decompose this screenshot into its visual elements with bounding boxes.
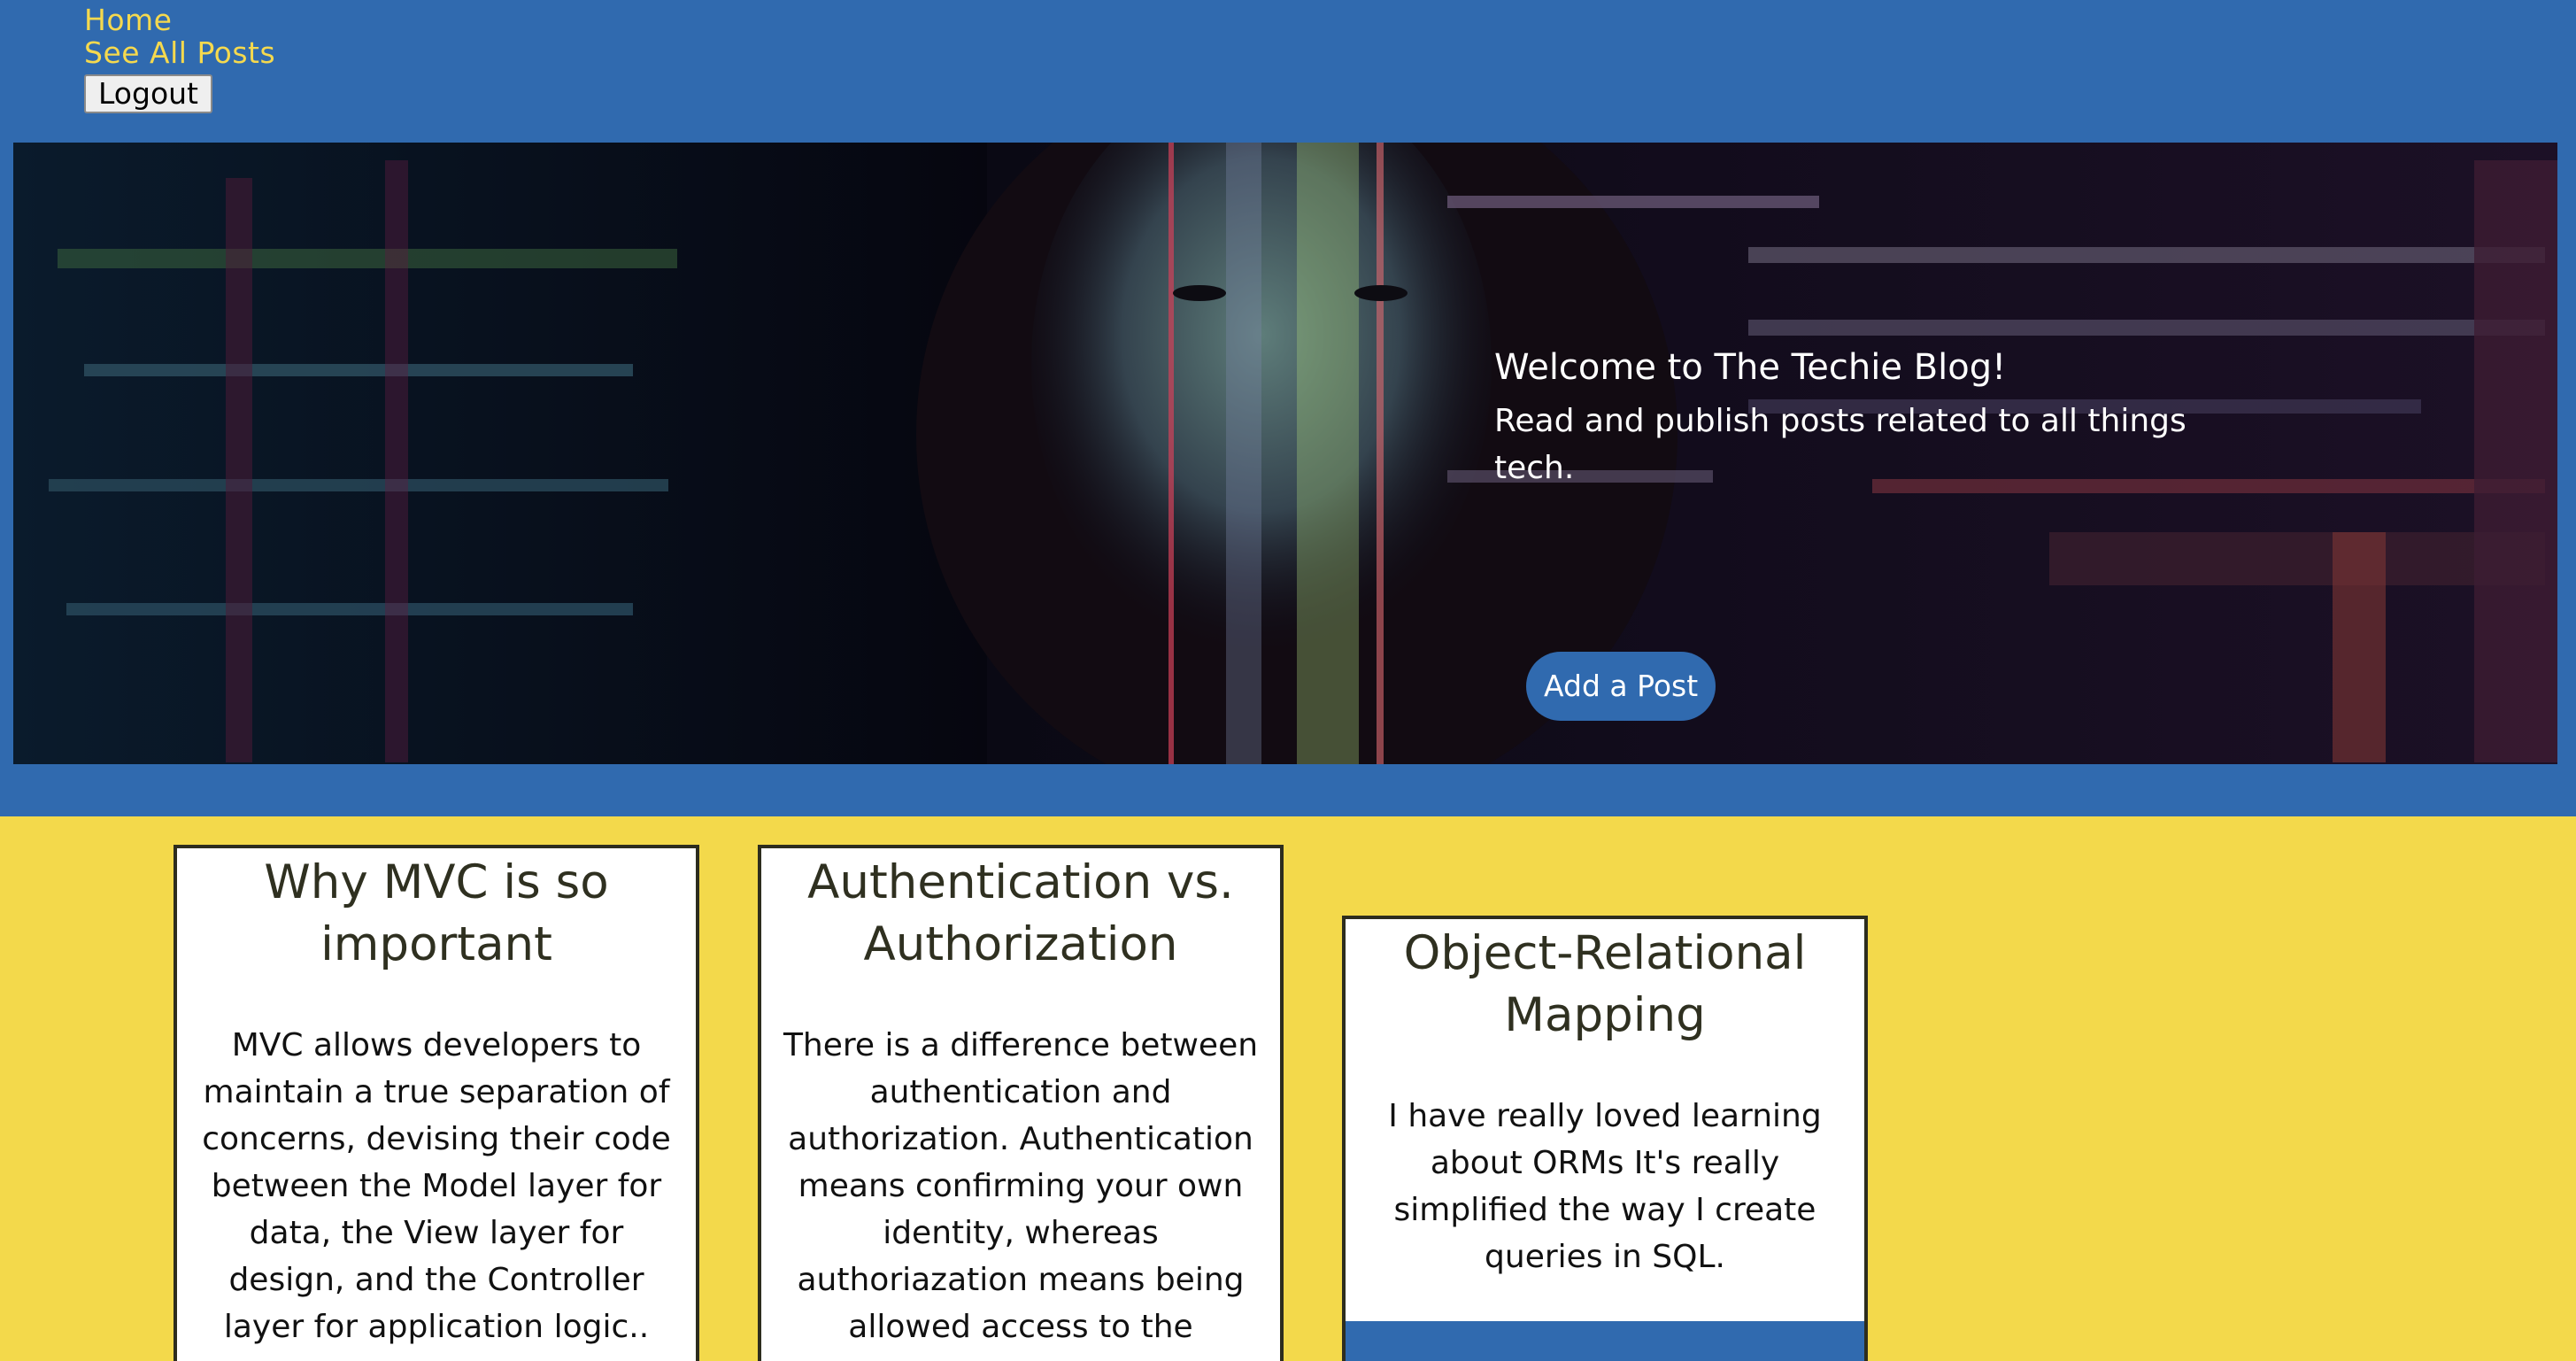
hero-title: Welcome to The Techie Blog!	[1494, 347, 2007, 388]
logout-button[interactable]: Logout	[84, 74, 212, 113]
post-body: There is a difference between authentica…	[783, 1027, 1259, 1361]
post-title[interactable]: Object-Relational Mapping	[1346, 919, 1864, 1047]
hero-banner: Welcome to The Techie Blog! Read and pub…	[13, 143, 2557, 764]
post-card[interactable]: Object-Relational Mapping I have really …	[1342, 916, 1868, 1361]
post-title[interactable]: Why MVC is so important	[177, 848, 696, 976]
post-body: I have really loved learning about ORMs …	[1388, 1098, 1822, 1275]
hero-subtitle: Read and publish posts related to all th…	[1494, 403, 2187, 486]
nav-see-all-posts-link[interactable]: See All Posts	[84, 36, 275, 69]
post-card-footer	[1346, 1321, 1864, 1361]
post-card[interactable]: Why MVC is so important MVC allows devel…	[174, 845, 699, 1361]
hero-text-block: Welcome to The Techie Blog! Read and pub…	[1494, 344, 2202, 491]
add-post-button[interactable]: Add a Post	[1526, 652, 1716, 721]
post-title[interactable]: Authentication vs. Authorization	[761, 848, 1280, 976]
post-card[interactable]: Authentication vs. Authorization There i…	[758, 845, 1284, 1361]
nav-home-link[interactable]: Home	[84, 4, 275, 36]
main-nav: Home See All Posts Logout	[84, 4, 275, 113]
post-body: MVC allows developers to maintain a true…	[202, 1027, 671, 1345]
